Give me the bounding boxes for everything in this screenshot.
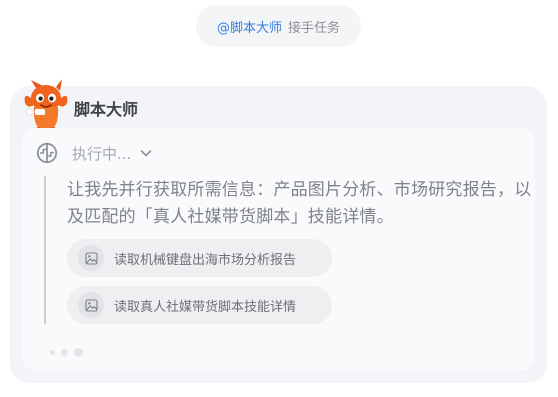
handoff-notice: @脚本大师 接手任务	[196, 5, 361, 47]
tool-call-icon-badge	[78, 292, 104, 318]
tool-call-chip-market-report[interactable]: 读取机械键盘出海市场分析报告	[67, 239, 332, 277]
handoff-text: 接手任务	[288, 20, 341, 36]
agent-name: 脚本大师	[74, 100, 139, 119]
execution-status-label: 执行中...	[72, 144, 132, 163]
execution-status-toggle[interactable]: 执行中...	[36, 141, 153, 165]
agent-avatar	[22, 79, 70, 131]
loading-indicator	[50, 348, 83, 357]
image-file-icon	[84, 251, 98, 265]
tool-call-label: 读取机械键盘出海市场分析报告	[114, 252, 297, 268]
brain-icon	[36, 142, 58, 164]
loading-dot	[74, 348, 83, 357]
loading-dot	[50, 350, 55, 355]
orange-mascot-avatar-icon	[24, 79, 68, 131]
loading-dot	[61, 349, 68, 356]
image-file-icon	[84, 298, 98, 312]
chevron-down-icon[interactable]	[139, 146, 153, 160]
tool-call-label: 读取真人社媒带货脚本技能详情	[114, 299, 297, 315]
agent-mention[interactable]: @脚本大师	[217, 17, 282, 36]
chat-view: @脚本大师 接手任务 脚本大师 执行中... 让我先并行获取所需信息：产品图片分…	[0, 0, 558, 397]
tool-call-icon-badge	[78, 245, 104, 271]
thread-divider	[44, 176, 46, 324]
tool-call-chip-skill-details[interactable]: 读取真人社媒带货脚本技能详情	[67, 286, 332, 324]
agent-thought-text: 让我先并行获取所需信息：产品图片分析、市场研究报告，以及匹配的「真人社媒带货脚本…	[67, 180, 532, 227]
